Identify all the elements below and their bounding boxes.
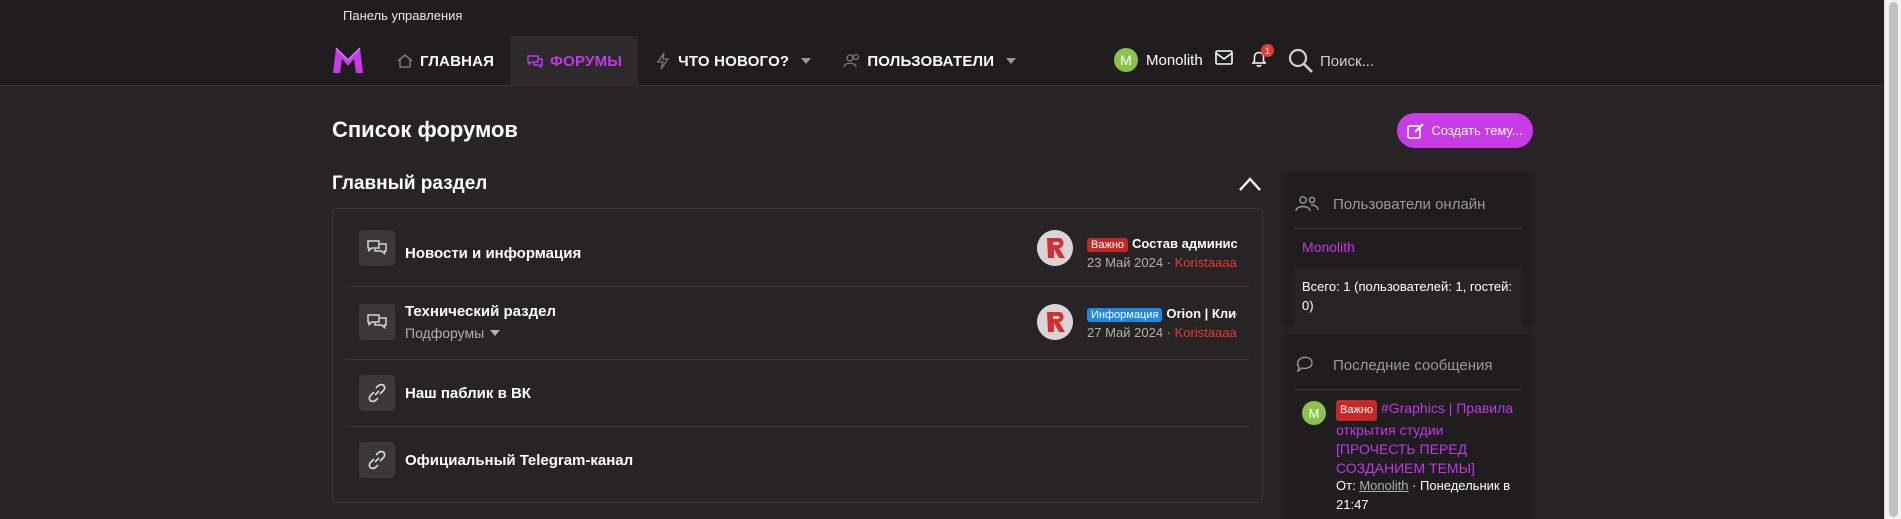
search-label: Поиск... — [1320, 52, 1375, 70]
link-icon — [359, 442, 395, 478]
forum-title[interactable]: Новости и информация — [405, 245, 581, 262]
avatar: M — [1114, 48, 1138, 72]
avatar[interactable] — [1037, 230, 1073, 266]
last-post-date[interactable]: 27 Май 2024 — [1087, 325, 1163, 340]
divider — [1293, 389, 1523, 390]
username: Monolith — [1146, 51, 1203, 69]
latest-post-author[interactable]: Monolith — [1359, 478, 1408, 493]
online-users-block: Пользователи онлайн Monolith Всего: 1 (п… — [1283, 173, 1533, 325]
nav-home[interactable]: ГЛАВНАЯ — [380, 36, 510, 86]
latest-posts-block: Последние сообщения M Важно #Graphics | П… — [1283, 334, 1533, 519]
last-post: ВажноСостав администрации 23 Май 2024 · … — [1087, 235, 1237, 270]
nav-whats-new[interactable]: ЧТО НОВОГО? — [638, 36, 827, 86]
last-post-author[interactable]: Koristaaaa — [1175, 255, 1237, 270]
online-users-header: Пользователи онлайн — [1295, 195, 1485, 213]
home-icon — [397, 54, 413, 68]
latest-post-link[interactable]: Важно #Graphics | Правила открытия студии… — [1336, 399, 1521, 478]
nav-home-label: ГЛАВНАЯ — [420, 52, 495, 70]
create-thread-button[interactable]: Создать тему... — [1397, 113, 1533, 148]
alerts-count-badge: 1 — [1261, 44, 1274, 57]
edit-icon — [1407, 122, 1425, 139]
search-button[interactable]: Поиск... — [1288, 48, 1374, 74]
chevron-up-icon[interactable] — [1238, 176, 1262, 192]
prefix-badge: Информация — [1087, 308, 1163, 322]
avatar[interactable]: M — [1302, 401, 1326, 425]
forum-row[interactable]: Технический раздел Подфорумы Информация O… — [345, 287, 1250, 360]
forum-row[interactable]: Наш паблик в ВК — [345, 360, 1250, 427]
last-post-title[interactable]: Состав администрации — [1132, 236, 1237, 251]
last-post-date[interactable]: 23 Май 2024 — [1087, 255, 1163, 270]
latest-post-meta: От: Monolith · Понедельник в 21:47 — [1336, 476, 1521, 514]
section-title: Главный раздел — [332, 173, 488, 194]
user-menu[interactable]: M Monolith — [1114, 48, 1203, 72]
last-post-author[interactable]: Koristaaaa — [1175, 325, 1237, 340]
inbox-icon[interactable] — [1215, 50, 1233, 66]
chevron-down-icon — [490, 330, 501, 336]
nav-users-label: ПОЛЬЗОВАТЕЛИ — [867, 52, 995, 70]
nav-forums[interactable]: ФОРУМЫ — [510, 36, 639, 86]
forum-list: Новости и информация Важно Состав админис… — [332, 208, 1263, 503]
nav-forums-label: ФОРУМЫ — [550, 52, 623, 70]
chat-icon — [359, 230, 395, 266]
chat-icon — [359, 304, 395, 340]
latest-from-label: От: — [1336, 478, 1356, 493]
users-icon — [1295, 196, 1319, 212]
main-nav: ГЛАВНАЯ ФОРУМЫ ЧТО НОВОГО? ПОЛЬЗОВАТЕЛИ — [380, 36, 1032, 86]
scrollbar-thumb[interactable] — [1889, 2, 1898, 517]
nav-users[interactable]: ПОЛЬЗОВАТЕЛИ — [827, 36, 1032, 86]
divider — [1293, 228, 1523, 229]
speech-bubble-icon — [1296, 356, 1313, 373]
users-icon — [843, 53, 860, 68]
forum-row[interactable]: Официальный Telegram-канал — [345, 427, 1250, 503]
site-logo-icon[interactable] — [332, 46, 364, 74]
online-total: Всего: 1 (пользователей: 1, гостей: 0) — [1293, 267, 1523, 325]
nav-whats-new-label: ЧТО НОВОГО? — [678, 52, 790, 70]
last-post-title[interactable]: Orion | Клиенты — [1166, 306, 1237, 321]
avatar[interactable] — [1037, 304, 1073, 340]
page-scrollbar[interactable] — [1884, 0, 1901, 519]
link-icon — [359, 375, 395, 411]
page-title: Список форумов — [332, 117, 518, 142]
admin-panel-link[interactable]: Панель управления — [343, 8, 462, 23]
prefix-badge: Важно — [1336, 400, 1378, 421]
forums-icon — [527, 55, 543, 69]
online-users-title: Пользователи онлайн — [1333, 195, 1486, 213]
subforums-label: Подфорумы — [405, 325, 485, 341]
chevron-down-icon[interactable] — [1006, 58, 1017, 64]
forum-title[interactable]: Технический раздел — [405, 303, 556, 320]
online-user-link[interactable]: Monolith — [1302, 239, 1355, 255]
top-navigation-bar: Панель управления ГЛАВНАЯ ФОРУМЫ ЧТО НОВ… — [0, 0, 1884, 86]
subforums-toggle[interactable]: Подфорумы — [405, 325, 501, 341]
bolt-icon — [656, 52, 670, 70]
latest-posts-header: Последние сообщения — [1295, 356, 1493, 374]
prefix-badge: Важно — [1087, 238, 1129, 252]
forum-title[interactable]: Наш паблик в ВК — [405, 385, 531, 402]
forum-title[interactable]: Официальный Telegram-канал — [405, 452, 633, 469]
create-thread-label: Создать тему... — [1431, 123, 1523, 138]
latest-posts-title: Последние сообщения — [1333, 356, 1493, 374]
last-post: ИнформацияOrion | Клиенты 27 Май 2024 · … — [1087, 305, 1237, 340]
forum-row[interactable]: Новости и информация Важно Состав админис… — [345, 209, 1250, 287]
chevron-down-icon[interactable] — [801, 58, 812, 64]
search-icon — [1288, 48, 1313, 73]
